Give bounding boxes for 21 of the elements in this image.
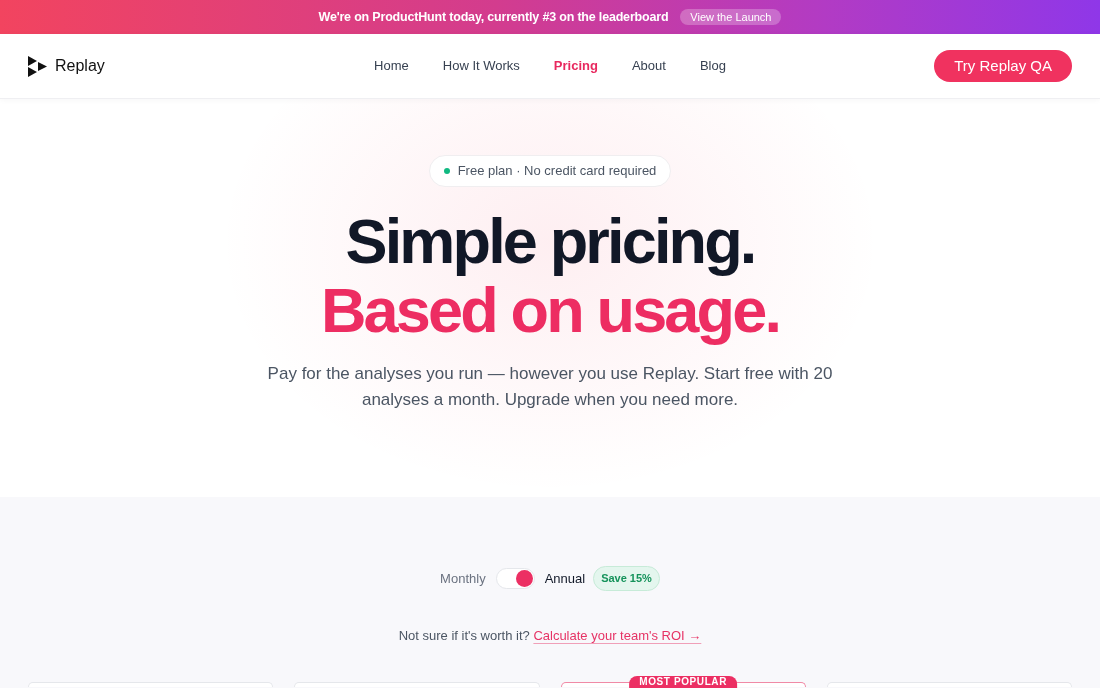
billing-option[interactable]: Monthly [440,568,486,589]
savings-badge: Save 15% [593,566,660,591]
triangles-logo-icon [28,55,47,77]
billing-option[interactable]: Annual [544,568,586,589]
billing-switch[interactable] [495,568,535,589]
hero-subtitle: Pay for the analyses you run — however you use Replay. Start free with 20 analyses a month. Upgrade when you need more. [266,363,834,411]
dot-icon [443,168,450,174]
pill-text: Free plan · No credit card required [457,162,657,181]
nav-link[interactable]: Pricing [553,56,598,76]
hero-title-accent: Based on usage. [319,276,781,345]
nav-link[interactable]: Blog [699,56,726,76]
promo-text: We're on ProductHunt today, currently #3 on the leaderboard [318,8,669,26]
nav-link[interactable]: About [631,56,666,76]
roi-prompt: Not sure if it's worth it? Calculate your team's ROI → [397,627,703,645]
hero-title-line: Simple pricing. [344,207,756,276]
popular-badge: MOST POPULAR [629,676,737,688]
roi-link[interactable]: Calculate your team's ROI → [533,628,702,643]
brand-link[interactable]: Replay [28,54,105,78]
nav-link[interactable]: How It Works [442,56,520,76]
nav-link[interactable]: Home [374,56,409,76]
try-replay-button[interactable]: Try Replay QA [934,50,1072,82]
